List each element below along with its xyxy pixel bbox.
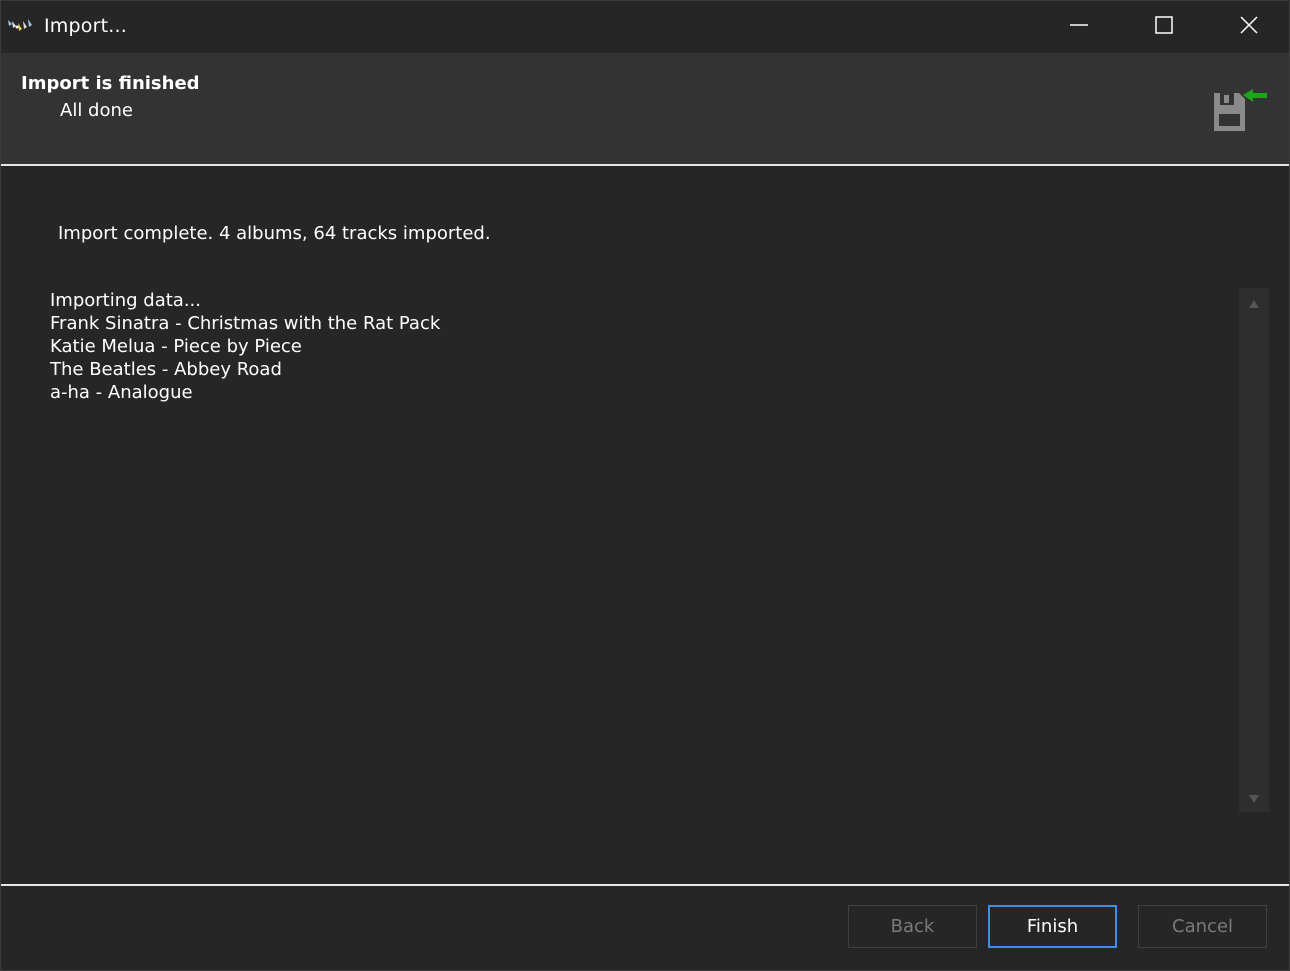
- import-log[interactable]: Importing data... Frank Sinatra - Christ…: [50, 288, 1269, 812]
- wizard-header: Import is finished All done: [1, 53, 1289, 164]
- import-disk-icon: [1209, 85, 1273, 135]
- log-line: Katie Melua - Piece by Piece: [50, 336, 302, 357]
- log-lines: Importing data... Frank Sinatra - Christ…: [50, 289, 440, 404]
- log-line: The Beatles - Abbey Road: [50, 359, 282, 380]
- log-line: a-ha - Analogue: [50, 382, 193, 403]
- back-button[interactable]: Back: [848, 905, 977, 948]
- cancel-button[interactable]: Cancel: [1138, 905, 1267, 948]
- page-title: Import is finished: [21, 73, 200, 94]
- log-line: Importing data...: [50, 290, 202, 311]
- maximize-button[interactable]: [1121, 1, 1207, 53]
- status-message: Import complete. 4 albums, 64 tracks imp…: [58, 223, 491, 244]
- finish-button[interactable]: Finish: [988, 905, 1117, 948]
- close-button[interactable]: [1206, 1, 1290, 53]
- scroll-up-button[interactable]: [1239, 289, 1269, 315]
- scroll-down-button[interactable]: [1239, 784, 1269, 810]
- maximize-icon: [1154, 15, 1174, 39]
- window-title: Import...: [44, 15, 127, 37]
- log-line: Frank Sinatra - Christmas with the Rat P…: [50, 313, 441, 334]
- footer-divider: [1, 884, 1289, 886]
- import-window: Import... Import is finished All done Im…: [0, 0, 1290, 971]
- close-icon: [1239, 15, 1259, 39]
- vertical-scrollbar[interactable]: [1239, 288, 1269, 812]
- header-divider: [1, 164, 1289, 166]
- minimize-icon: [1069, 15, 1089, 39]
- arrow-down-icon: [1249, 788, 1259, 807]
- page-subtitle: All done: [60, 100, 133, 121]
- app-butterfly-icon: [6, 17, 36, 35]
- arrow-up-icon: [1249, 293, 1259, 312]
- title-bar[interactable]: Import...: [1, 1, 1289, 53]
- minimize-button[interactable]: [1036, 1, 1122, 53]
